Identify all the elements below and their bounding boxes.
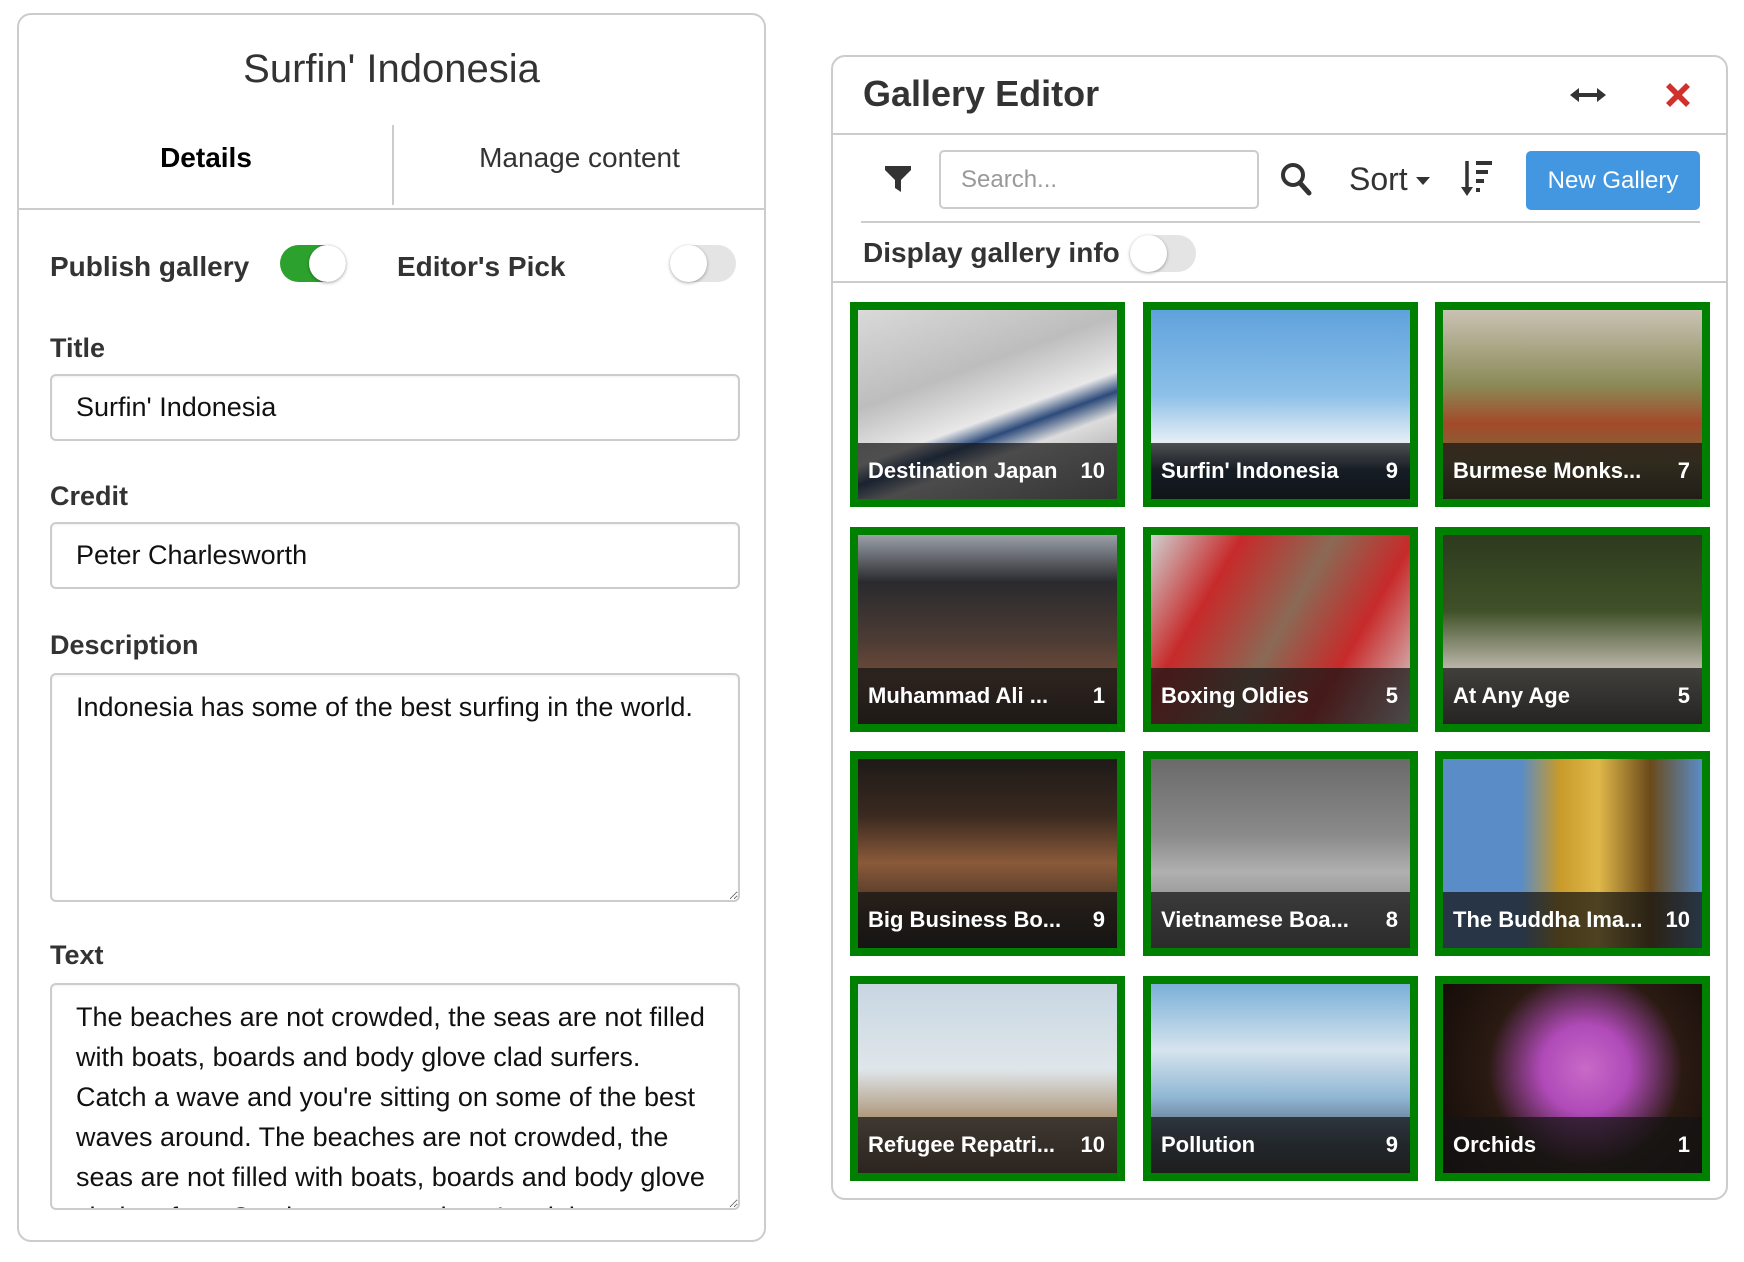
gallery-item-count: 5 (1385, 683, 1398, 708)
gallery-name: Vietnamese Boa... (1161, 907, 1349, 932)
tab-details[interactable]: Details (19, 110, 393, 208)
gallery-item-count: 9 (1092, 907, 1105, 932)
gallery-tile[interactable]: Pollution 9 (1143, 976, 1418, 1181)
tile-caption: Surfin' Indonesia 9 (1151, 443, 1410, 499)
tab-bar: Details Manage content (19, 110, 764, 210)
toggle-knob (309, 245, 346, 282)
gallery-name: At Any Age (1453, 683, 1570, 708)
gallery-tile[interactable]: Orchids 1 (1435, 976, 1710, 1181)
gallery-name: Refugee Repatri... (868, 1132, 1056, 1157)
gallery-name: Destination Japan (868, 458, 1058, 483)
gallery-tile[interactable]: Burmese Monks... 7 (1435, 302, 1710, 507)
gallery-name: Pollution (1161, 1132, 1256, 1157)
gallery-item-count: 10 (1080, 1132, 1105, 1157)
credit-input[interactable] (50, 522, 740, 589)
gallery-name: Boxing Oldies (1161, 683, 1309, 708)
gallery-tile[interactable]: The Buddha Ima... 10 (1435, 751, 1710, 956)
sort-descending-icon[interactable] (1459, 159, 1495, 199)
gallery-tile[interactable]: At Any Age 5 (1435, 527, 1710, 732)
gallery-tile[interactable]: Muhammad Ali ... 1 (850, 527, 1125, 732)
title-input[interactable] (50, 374, 740, 441)
close-icon[interactable] (1660, 77, 1696, 113)
gallery-item-count: 1 (1677, 1132, 1690, 1157)
tile-caption: At Any Age 5 (1443, 668, 1702, 724)
gallery-tile[interactable]: Boxing Oldies 5 (1143, 527, 1418, 732)
gallery-tile[interactable]: Refugee Repatri... 10 (850, 976, 1125, 1181)
gallery-item-count: 5 (1677, 683, 1690, 708)
description-label: Description (50, 630, 199, 660)
description-textarea[interactable]: Indonesia has some of the best surfing i… (50, 673, 740, 902)
gallery-tile[interactable]: Surfin' Indonesia 9 (1143, 302, 1418, 507)
publish-gallery-label: Publish gallery (50, 251, 250, 282)
gallery-name: Surfin' Indonesia (1161, 458, 1339, 483)
editors-pick-toggle[interactable] (670, 245, 736, 282)
gallery-editor-title: Gallery Editor (863, 73, 1100, 114)
gallery-tile[interactable]: Vietnamese Boa... 8 (1143, 751, 1418, 956)
filter-icon[interactable] (883, 163, 913, 195)
text-label: Text (50, 940, 104, 970)
display-info-row: Display gallery info (833, 223, 1726, 283)
gallery-item-count: 10 (1080, 458, 1105, 483)
caret-down-icon (1415, 177, 1430, 185)
tile-caption: Big Business Bo... 9 (858, 892, 1117, 948)
tile-caption: Muhammad Ali ... 1 (858, 668, 1117, 724)
tile-caption: Pollution 9 (1151, 1117, 1410, 1173)
tile-caption: Burmese Monks... 7 (1443, 443, 1702, 499)
sort-label: Sort (1349, 160, 1408, 197)
tile-caption: The Buddha Ima... 10 (1443, 892, 1702, 948)
display-gallery-info-toggle[interactable] (1130, 235, 1196, 272)
gallery-details-panel: Surfin' Indonesia Details Manage content… (17, 13, 766, 1242)
editors-pick-label: Editor's Pick (397, 251, 566, 282)
panel-title: Surfin' Indonesia (243, 47, 540, 91)
tile-caption: Refugee Repatri... 10 (858, 1117, 1117, 1173)
gallery-name: The Buddha Ima... (1453, 907, 1643, 932)
credit-label: Credit (50, 481, 129, 511)
new-gallery-button[interactable]: New Gallery (1526, 151, 1700, 210)
tile-caption: Boxing Oldies 5 (1151, 668, 1410, 724)
display-gallery-info-label: Display gallery info (863, 237, 1120, 268)
tile-caption: Vietnamese Boa... 8 (1151, 892, 1410, 948)
text-textarea[interactable]: The beaches are not crowded, the seas ar… (50, 983, 740, 1210)
search-input[interactable] (939, 150, 1259, 209)
publish-gallery-toggle[interactable] (280, 245, 346, 282)
gallery-item-count: 7 (1677, 458, 1690, 483)
toggle-knob (1130, 235, 1167, 272)
gallery-item-count: 1 (1092, 683, 1105, 708)
gallery-name: Muhammad Ali ... (868, 683, 1049, 708)
gallery-item-count: 9 (1385, 1132, 1398, 1157)
toggle-knob (670, 245, 707, 282)
gallery-item-count: 8 (1385, 907, 1398, 932)
gallery-tile[interactable]: Destination Japan 10 (850, 302, 1125, 507)
sort-dropdown[interactable]: Sort (1349, 157, 1430, 201)
tile-caption: Destination Japan 10 (858, 443, 1117, 499)
gallery-editor-panel: Gallery Editor Sort (831, 55, 1728, 1200)
resize-horizontal-icon[interactable] (1568, 77, 1608, 113)
gallery-item-count: 9 (1385, 458, 1398, 483)
gallery-name: Big Business Bo... (868, 907, 1062, 932)
gallery-tile[interactable]: Big Business Bo... 9 (850, 751, 1125, 956)
gallery-item-count: 10 (1665, 907, 1690, 932)
search-icon[interactable] (1279, 161, 1313, 197)
gallery-editor-header: Gallery Editor (833, 57, 1726, 135)
tab-manage-content[interactable]: Manage content (393, 110, 764, 208)
gallery-name: Orchids (1453, 1132, 1537, 1157)
tile-caption: Orchids 1 (1443, 1117, 1702, 1173)
gallery-name: Burmese Monks... (1453, 458, 1642, 483)
gallery-toolbar: Sort New Gallery (861, 135, 1700, 223)
toggle-row: Publish gallery Editor's Pick (50, 245, 764, 290)
title-label: Title (50, 333, 106, 363)
